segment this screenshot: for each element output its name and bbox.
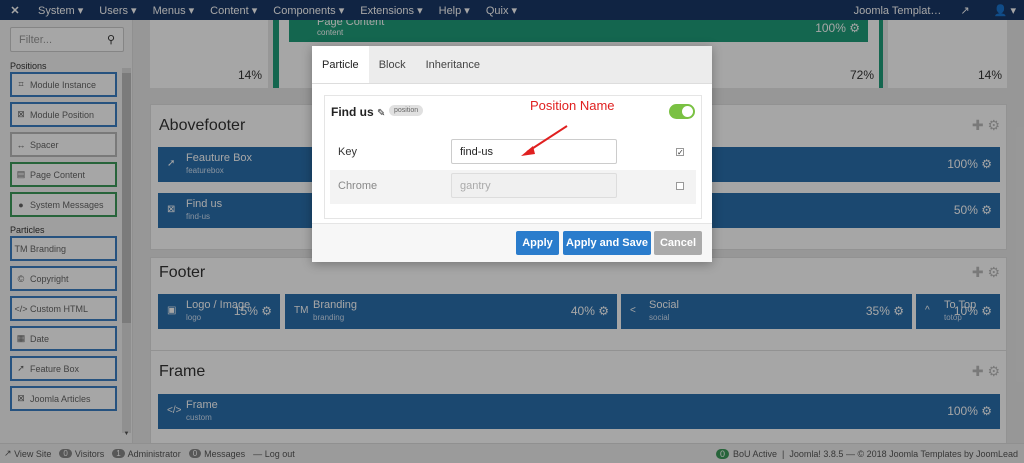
chrome-input[interactable]: gantry (451, 173, 617, 198)
particle-title[interactable]: Find us ✎ (331, 105, 385, 119)
particle-title-text: Find us (331, 105, 374, 119)
chrome-row: Chrome gantry (330, 170, 696, 204)
key-label: Key (338, 146, 357, 158)
pencil-icon[interactable]: ✎ (377, 108, 385, 119)
particle-settings-panel: Find us ✎ position Key find-us ✓ Chrome … (324, 95, 702, 219)
modal-tabs: Particle Block Inheritance (312, 46, 712, 84)
enabled-toggle[interactable] (669, 104, 695, 119)
position-badge: position (389, 105, 424, 116)
tab-particle[interactable]: Particle (312, 46, 369, 83)
cancel-button[interactable]: Cancel (654, 231, 702, 255)
tab-inheritance[interactable]: Inheritance (416, 46, 490, 83)
key-row: Key find-us ✓ (330, 136, 696, 170)
annotation-text: Position Name (530, 98, 615, 113)
apply-and-save-button[interactable]: Apply and Save (563, 231, 651, 255)
annotation-arrow-icon (521, 125, 568, 156)
modal-footer: Apply Apply and Save Cancel (312, 223, 712, 262)
apply-button[interactable]: Apply (516, 231, 559, 255)
particle-settings-modal: Particle Block Inheritance Find us ✎ pos… (312, 46, 712, 262)
chrome-override-checkbox[interactable] (676, 182, 684, 190)
toggle-knob (682, 106, 693, 117)
key-override-checkbox[interactable]: ✓ (676, 148, 684, 157)
chrome-label: Chrome (338, 180, 378, 192)
tab-block[interactable]: Block (369, 46, 416, 83)
